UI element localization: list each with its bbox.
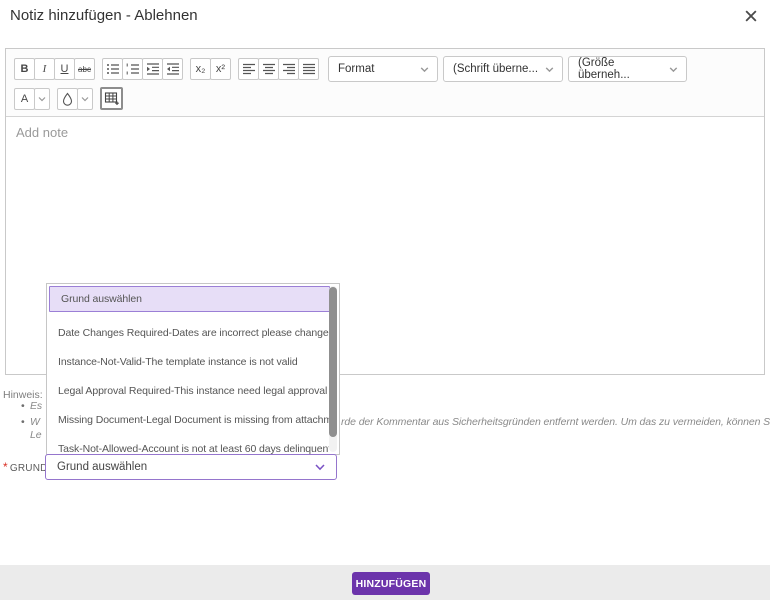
listbox-item[interactable]: Missing Document-Legal Document is missi… bbox=[47, 406, 329, 435]
required-marker: * bbox=[3, 460, 8, 474]
add-note-modal: Notiz hinzufügen - Ablehnen B I U abc bbox=[0, 0, 770, 600]
justify-button[interactable] bbox=[298, 58, 319, 80]
chevron-down-icon bbox=[37, 94, 47, 104]
underline-button[interactable]: U bbox=[54, 58, 75, 80]
align-left-icon bbox=[242, 62, 256, 76]
strikethrough-button[interactable]: abc bbox=[74, 58, 95, 80]
size-select[interactable]: (Größe überneh... bbox=[568, 56, 687, 82]
format-select-value: Format bbox=[338, 63, 374, 75]
format-select[interactable]: Format bbox=[328, 56, 438, 82]
hint-text-2-wrap: Le bbox=[30, 429, 41, 441]
listbox-scrollbar-thumb[interactable] bbox=[329, 287, 337, 437]
close-button[interactable] bbox=[744, 9, 760, 25]
outdent-button[interactable] bbox=[162, 58, 183, 80]
bullet-list-button[interactable] bbox=[102, 58, 123, 80]
listbox-item[interactable]: Instance-Not-Valid-The template instance… bbox=[47, 348, 329, 377]
font-select-value: (Schrift überne... bbox=[453, 63, 538, 75]
chevron-down-icon bbox=[80, 94, 90, 104]
table-icon bbox=[104, 91, 119, 106]
listbox-item[interactable]: Task-Not-Allowed-Account is not at least… bbox=[47, 435, 329, 455]
listbox-item-selected[interactable]: Grund auswählen bbox=[49, 286, 330, 312]
numbered-list-icon bbox=[126, 62, 140, 76]
hint-text-2-continuation: rde der Kommentar aus Sicherheitsgründen… bbox=[341, 416, 770, 428]
align-right-icon bbox=[282, 62, 296, 76]
text-color-button[interactable]: A bbox=[14, 88, 35, 110]
reason-listbox: Grund auswählen Date Changes Required-Da… bbox=[46, 283, 340, 455]
modal-title: Notiz hinzufügen - Ablehnen bbox=[10, 7, 198, 24]
listbox-item[interactable]: Date Changes Required-Dates are incorrec… bbox=[47, 319, 329, 348]
note-placeholder: Add note bbox=[16, 125, 68, 140]
bullet-list-icon bbox=[106, 62, 120, 76]
reason-select-value: Grund auswählen bbox=[57, 461, 147, 473]
listbox-item[interactable]: Legal Approval Required-This instance ne… bbox=[47, 377, 329, 406]
indent-icon bbox=[146, 62, 160, 76]
numbered-list-button[interactable] bbox=[122, 58, 143, 80]
droplet-icon bbox=[61, 92, 74, 106]
background-color-button[interactable] bbox=[57, 88, 78, 110]
editor-toolbar: B I U abc bbox=[6, 49, 764, 117]
size-select-value: (Größe überneh... bbox=[578, 57, 668, 81]
reason-label: *GRUND bbox=[3, 460, 48, 474]
align-center-button[interactable] bbox=[258, 58, 279, 80]
italic-button[interactable]: I bbox=[34, 58, 55, 80]
subscript-button[interactable]: x₂ bbox=[190, 58, 211, 80]
superscript-button[interactable]: x² bbox=[210, 58, 231, 80]
hint-text-2-start: W bbox=[30, 416, 40, 428]
modal-footer: HINZUFÜGEN bbox=[0, 565, 770, 600]
background-color-chevron-button[interactable] bbox=[77, 88, 93, 110]
close-icon bbox=[744, 9, 758, 23]
hint-bullet-1: • bbox=[21, 400, 25, 412]
align-left-button[interactable] bbox=[238, 58, 259, 80]
align-center-icon bbox=[262, 62, 276, 76]
chevron-down-icon bbox=[544, 64, 555, 75]
indent-button[interactable] bbox=[142, 58, 163, 80]
bold-button[interactable]: B bbox=[14, 58, 35, 80]
chevron-down-icon bbox=[313, 460, 327, 474]
insert-table-button[interactable] bbox=[100, 87, 123, 110]
hint-bullet-2: • bbox=[21, 416, 25, 428]
hint-text-1: Es bbox=[30, 400, 42, 412]
outdent-icon bbox=[166, 62, 180, 76]
submit-button[interactable]: HINZUFÜGEN bbox=[352, 572, 430, 595]
justify-icon bbox=[302, 62, 316, 76]
align-right-button[interactable] bbox=[278, 58, 299, 80]
text-color-chevron-button[interactable] bbox=[34, 88, 50, 110]
reason-select[interactable]: Grund auswählen bbox=[45, 454, 337, 480]
font-select[interactable]: (Schrift überne... bbox=[443, 56, 563, 82]
chevron-down-icon bbox=[668, 64, 679, 75]
chevron-down-icon bbox=[419, 64, 430, 75]
